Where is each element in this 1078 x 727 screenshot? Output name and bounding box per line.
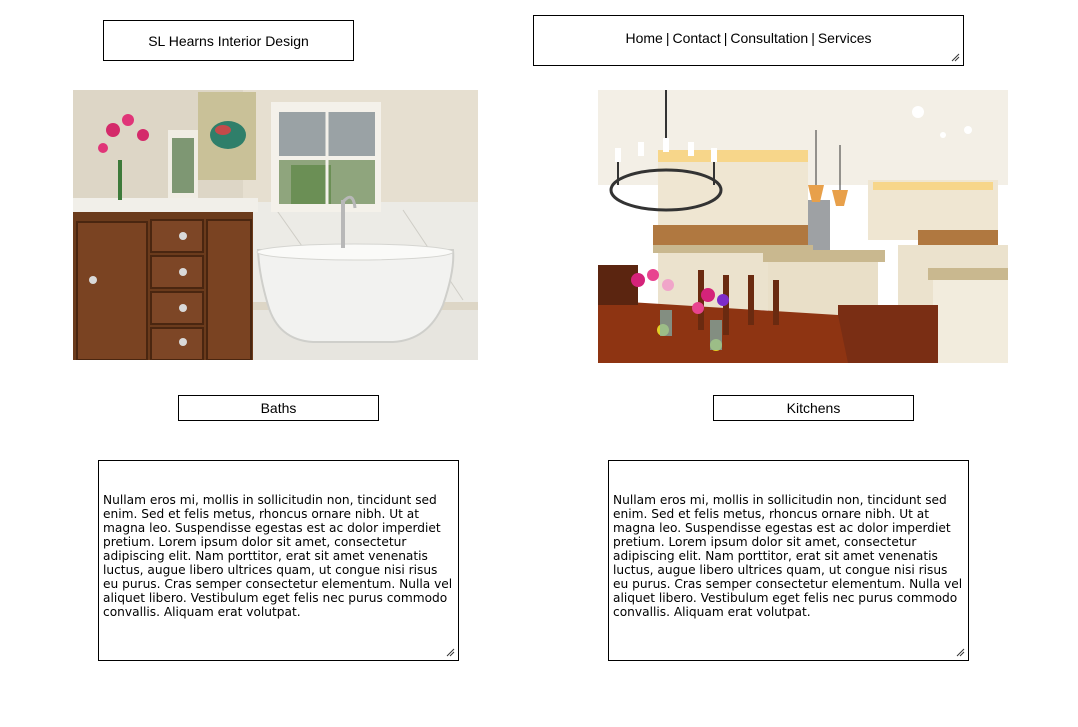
description-textarea[interactable]: Nullam eros mi, mollis in sollicitudin n… xyxy=(98,460,459,661)
bathroom-photo xyxy=(73,90,478,360)
kitchen-photo xyxy=(598,90,1008,363)
section-label-baths: Baths xyxy=(178,395,379,421)
nav-home-link[interactable]: Home xyxy=(625,30,662,46)
nav-contact-link[interactable]: Contact xyxy=(672,30,720,46)
resize-handle-icon[interactable] xyxy=(445,647,455,657)
site-title: SL Hearns Interior Design xyxy=(103,20,354,61)
section-label-kitchens: Kitchens xyxy=(713,395,914,421)
description-text: Nullam eros mi, mollis in sollicitudin n… xyxy=(103,493,453,619)
nav-separator: | xyxy=(811,30,815,46)
resize-handle-icon[interactable] xyxy=(955,647,965,657)
nav-separator: | xyxy=(665,30,670,46)
nav-bar: Home | Contact | Consultation | Services xyxy=(533,15,964,66)
nav-separator: | xyxy=(723,30,728,46)
description-text: Nullam eros mi, mollis in sollicitudin n… xyxy=(613,493,963,619)
nav-services-link[interactable]: Services xyxy=(818,30,872,46)
description-textarea[interactable]: Nullam eros mi, mollis in sollicitudin n… xyxy=(608,460,969,661)
nav-consultation-link[interactable]: Consultation xyxy=(730,30,808,46)
resize-handle-icon[interactable] xyxy=(950,52,960,62)
